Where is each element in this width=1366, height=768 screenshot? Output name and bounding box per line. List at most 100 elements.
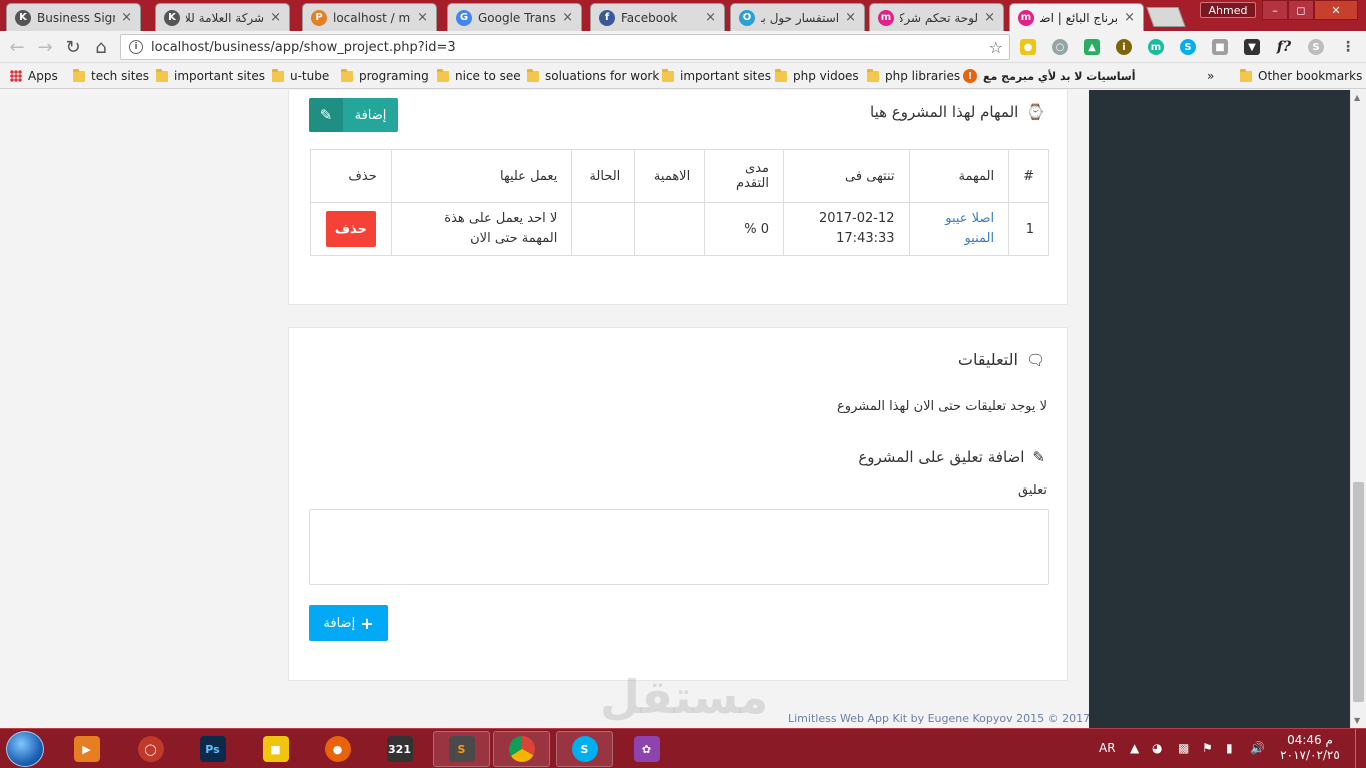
taskbar-paint[interactable]: ✿ xyxy=(618,731,675,767)
battery-icon[interactable]: ▮ xyxy=(1226,741,1233,755)
taskbar-web-browser[interactable]: ◯ xyxy=(122,731,179,767)
column-header: حذف xyxy=(310,149,392,203)
other-bookmarks-label: Other bookmarks xyxy=(1258,69,1363,83)
taskbar-media-player[interactable]: ▶ xyxy=(58,731,115,767)
tab-close-icon[interactable]: × xyxy=(417,10,428,25)
new-tab-button[interactable] xyxy=(1146,7,1186,27)
tray-expand-icon[interactable]: ▲ xyxy=(1130,741,1139,755)
flag-icon[interactable]: ⚑ xyxy=(1202,741,1213,755)
tab-close-icon[interactable]: × xyxy=(121,10,132,25)
extension-android-icon[interactable]: ▲ xyxy=(1084,39,1100,55)
delete-task-button[interactable]: حذف xyxy=(325,211,376,247)
chrome-icon xyxy=(508,736,535,762)
extension-skype-icon[interactable]: S xyxy=(1180,39,1196,55)
task-importance xyxy=(634,202,706,256)
page-viewport: ⌚ المهام لهذا المشروع هيا ✎ إضافة # المه… xyxy=(0,90,1366,728)
profile-button[interactable]: Ahmed xyxy=(1200,2,1256,18)
info-icon[interactable]: i xyxy=(129,40,143,54)
add-task-button[interactable]: ✎ إضافة xyxy=(309,98,398,132)
comment-textarea[interactable] xyxy=(309,509,1049,585)
plus-icon: + xyxy=(360,613,374,633)
extension-clock-icon[interactable]: ○ xyxy=(1052,39,1068,55)
task-name-link[interactable]: اصلا عيبو المنيو xyxy=(945,211,994,246)
scroll-thumb[interactable] xyxy=(1353,482,1364,702)
taskbar-firefox[interactable]: ● xyxy=(309,731,366,767)
tab-title: شركة العلامة للاعم xyxy=(186,10,265,25)
task-number: 1 xyxy=(1008,202,1049,256)
tab-close-icon[interactable]: × xyxy=(562,10,573,25)
tab-favicon-icon: K xyxy=(164,9,180,26)
bookmark-star-icon[interactable]: ☆ xyxy=(989,38,1003,57)
language-indicator[interactable]: AR xyxy=(1099,741,1116,755)
folder-icon: ■ xyxy=(262,736,289,762)
taskbar-sublime[interactable]: S xyxy=(433,731,490,767)
extension-skype-gray-icon[interactable]: S xyxy=(1308,39,1324,55)
folder-icon xyxy=(437,68,449,82)
browser-tab[interactable]: K شركة العلامة للاعم × xyxy=(155,3,290,31)
extension-formula-icon[interactable]: f? xyxy=(1276,39,1292,55)
bookmark-item[interactable]: php vidoes xyxy=(775,68,859,84)
bookmark-item[interactable]: tech sites xyxy=(73,68,149,84)
bookmark-item[interactable]: u-tube xyxy=(272,68,329,84)
bookmark-item[interactable]: nice to see xyxy=(437,68,521,84)
scroll-up-icon[interactable]: ▲ xyxy=(1354,93,1360,102)
address-bar[interactable]: i localhost/business/app/show_project.ph… xyxy=(120,34,1010,60)
close-window-icon[interactable]: ✕ xyxy=(1314,0,1358,20)
taskbar-skype[interactable]: S xyxy=(556,731,613,767)
minimize-icon[interactable]: – xyxy=(1262,0,1288,20)
browser-tab[interactable]: Plocalhost / mys × xyxy=(302,3,437,31)
extension-hat-icon[interactable]: ■ xyxy=(1212,39,1228,55)
tab-close-icon[interactable]: × xyxy=(845,10,856,25)
home-icon[interactable]: ⌂ xyxy=(90,36,112,58)
extension-pocket-icon[interactable]: ▼ xyxy=(1244,39,1260,55)
bookmark-label: u-tube xyxy=(290,69,330,83)
start-button[interactable] xyxy=(6,731,44,767)
tab-close-icon[interactable]: × xyxy=(1124,10,1135,25)
system-clock[interactable]: 04:46 م ٢٠١٧/٠٢/٢٥ xyxy=(1275,733,1345,763)
reload-icon[interactable]: ↻ xyxy=(62,36,84,58)
bookmark-item[interactable]: Apps xyxy=(10,68,58,84)
bookmark-item[interactable]: programing xyxy=(341,68,429,84)
taskbar-chrome[interactable] xyxy=(493,731,550,767)
browser-tab[interactable]: m لوحة تحكم شركة ال × xyxy=(869,3,1004,31)
taskbar-explorer[interactable]: ■ xyxy=(247,731,304,767)
browser-tab[interactable]: m برناج البائع | اضافة × xyxy=(1009,3,1144,31)
extension-m-icon[interactable]: m xyxy=(1148,39,1164,55)
volume-icon[interactable]: 🔊 xyxy=(1250,741,1265,755)
browser-tab[interactable]: K Business Sign | × xyxy=(6,3,141,31)
browser-tab[interactable]: G Google Transla × xyxy=(447,3,582,31)
taskbar-321-player[interactable]: 321 xyxy=(371,731,428,767)
bookmarks-more-icon[interactable]: » xyxy=(1207,68,1214,84)
other-bookmarks[interactable]: Other bookmarks xyxy=(1240,68,1362,84)
bookmark-item[interactable]: important sites xyxy=(156,68,265,84)
scroll-down-icon[interactable]: ▼ xyxy=(1354,716,1360,725)
bookmark-item[interactable]: ! أساسيات لا بد لأي مبرمج مع xyxy=(963,68,1136,84)
extension-info-icon[interactable]: i xyxy=(1116,39,1132,55)
bookmark-label: tech sites xyxy=(91,69,150,83)
signal-icon[interactable]: ▩ xyxy=(1178,741,1189,755)
page-scrollbar[interactable]: ▲ ▼ xyxy=(1350,90,1366,728)
comments-heading-text: التعليقات xyxy=(957,350,1018,369)
extension-bulb-icon[interactable]: ● xyxy=(1020,39,1036,55)
submit-comment-button[interactable]: + إضافة xyxy=(309,605,388,641)
tab-favicon-icon: G xyxy=(456,9,472,26)
bookmark-item[interactable]: soluations for work xyxy=(527,68,659,84)
bookmark-item[interactable]: php libraries xyxy=(867,68,960,84)
back-icon[interactable]: ← xyxy=(6,36,28,58)
menu-icon[interactable]: ⋮ xyxy=(1340,39,1356,55)
browser-tab[interactable]: O استفسار حول برنامج × xyxy=(730,3,865,31)
antivirus-icon[interactable]: ◕ xyxy=(1152,741,1162,755)
taskbar-photoshop[interactable]: Ps xyxy=(184,731,241,767)
tab-close-icon[interactable]: × xyxy=(705,10,716,25)
bookmark-item[interactable]: important sites xyxy=(662,68,771,84)
show-desktop-button[interactable] xyxy=(1355,729,1366,768)
bookmark-label: Apps xyxy=(28,69,58,83)
tab-favicon-icon: O xyxy=(739,9,755,26)
tab-title: Facebook xyxy=(621,10,678,25)
maximize-icon[interactable]: ◻ xyxy=(1288,0,1314,20)
folder-icon xyxy=(775,68,787,82)
tab-close-icon[interactable]: × xyxy=(984,10,995,25)
browser-tab[interactable]: f Facebook × xyxy=(590,3,725,31)
tab-close-icon[interactable]: × xyxy=(270,10,281,25)
forward-icon[interactable]: → xyxy=(34,36,56,58)
